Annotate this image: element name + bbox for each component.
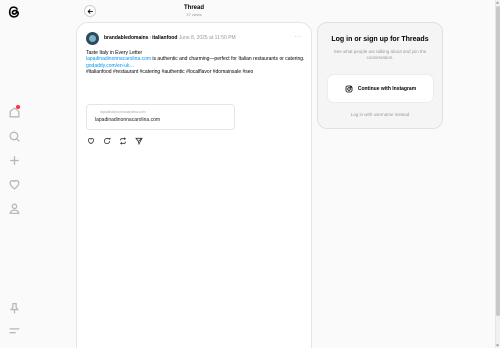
share-icon	[135, 137, 143, 145]
post-description-text: is authentic and charming—perfect for It…	[151, 56, 305, 63]
activity-heart-icon[interactable]	[6, 176, 22, 192]
link-preview-card[interactable]: lapadinadinonnacarolina.com lapadinadino…	[86, 104, 235, 130]
like-icon	[87, 138, 95, 145]
profile-icon[interactable]	[6, 200, 22, 216]
thread-card: brandabledomains›italianfood June 8, 202…	[76, 22, 312, 348]
share-button[interactable]	[134, 136, 144, 146]
login-title: Log in or sign up for Threads	[331, 36, 429, 43]
post-description: lapadinadinonnacarolina.com is authentic…	[86, 56, 308, 62]
link-preview-domain: lapadinadinonnacarolina.com	[100, 110, 146, 114]
scroll-down-arrow-icon[interactable]	[496, 344, 499, 347]
like-button[interactable]	[86, 136, 96, 146]
link-preview-title: lapadinadinonnacarolina.com	[95, 117, 161, 123]
repost-button[interactable]	[118, 136, 128, 146]
page-title: Thread	[183, 5, 204, 11]
post-text: Taste Italy in Every Letter lapadinadino…	[86, 50, 308, 75]
threads-logo-icon[interactable]	[5, 3, 23, 21]
pin-icon[interactable]	[6, 300, 22, 316]
separator: ›	[149, 35, 152, 41]
home-icon[interactable]	[6, 104, 22, 120]
login-subtitle: See what people are talking about and jo…	[333, 49, 427, 60]
avatar[interactable]	[86, 32, 99, 45]
view-count: 37 views	[186, 12, 202, 17]
notification-dot	[16, 105, 20, 109]
hashtags: #italianfood #restaurant #catering #auth…	[86, 68, 254, 75]
instagram-button-label: Continue with Instagram	[357, 85, 417, 92]
login-panel: Log in or sign up for Threads See what p…	[317, 22, 443, 129]
thread-header: Thread 37 views	[76, 0, 312, 22]
username-link[interactable]: brandabledomains	[104, 35, 148, 41]
scroll-thumb[interactable]	[496, 6, 500, 316]
post-date[interactable]: June 8, 2025 at 11:50 PM	[179, 35, 236, 41]
left-nav-rail	[0, 0, 30, 348]
username-login-link[interactable]: Log in with username instead	[318, 112, 442, 117]
instagram-icon	[345, 85, 353, 92]
reply-button[interactable]	[102, 136, 112, 146]
topic-link[interactable]: italianfood	[152, 35, 177, 41]
reply-icon	[104, 137, 111, 145]
post-actions	[86, 136, 150, 146]
more-options-button[interactable]: ···	[295, 34, 303, 40]
scrollbar[interactable]	[495, 0, 500, 348]
repost-icon	[120, 137, 126, 145]
domain-link[interactable]: lapadinadinonnacarolina.com	[86, 56, 151, 62]
search-icon[interactable]	[6, 128, 22, 144]
post-meta: brandabledomains›italianfood June 8, 202…	[104, 35, 236, 41]
menu-icon[interactable]	[6, 322, 22, 338]
continue-with-instagram-button[interactable]: Continue with Instagram	[327, 74, 434, 103]
scroll-up-arrow-icon[interactable]	[496, 1, 499, 4]
create-icon[interactable]	[6, 152, 22, 168]
